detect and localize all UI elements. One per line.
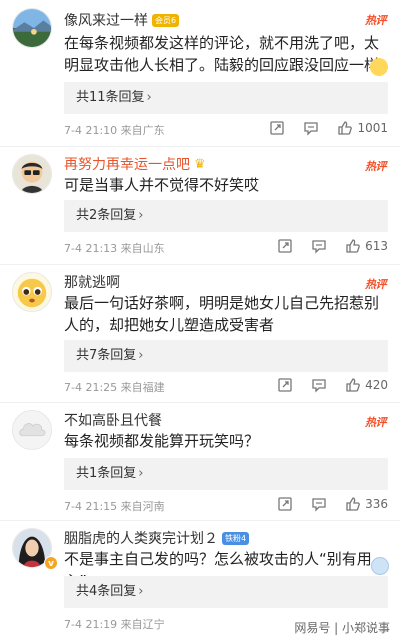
reply-count: 共4条回复 [76,584,137,599]
avatar[interactable] [12,154,52,194]
hot-comment-tag: 热评 [365,278,387,291]
diamond-sticker-icon [371,557,389,575]
reply-button[interactable] [311,377,327,393]
chevron-right-icon: › [138,584,144,599]
chevron-right-icon: › [138,466,144,481]
comment-actions: 336 [259,496,388,512]
hot-comment-tag: 热评 [365,416,387,429]
comment-date: 7-4 21:15 [64,500,118,513]
crown-icon: ♛ [194,156,206,172]
smile-sticker-icon [370,58,388,76]
like-count: 1001 [357,121,388,135]
thumbs-up-icon [338,121,353,135]
comment-actions: 1001 [251,120,388,136]
comment-location: 来自河南 [120,500,165,513]
thumbs-up-icon [346,497,360,511]
share-button[interactable] [269,120,285,136]
reply-button[interactable] [311,496,327,512]
like-button[interactable]: 613 [345,238,388,254]
comment-icon [312,379,326,393]
comment-content: 最后一句话好茶啊，明明是她女儿自己先招惹别人的，却把她女儿塑造成受害者 [64,294,380,334]
share-button[interactable] [277,496,293,512]
hot-comment-tag: 热评 [365,160,387,173]
comment-meta: 7-4 21:15 来自河南 [64,498,165,514]
divider [0,264,400,265]
like-count: 420 [365,378,388,392]
username[interactable]: 不如高卧且代餐 [64,410,162,430]
username[interactable]: 胭脂虎的人类爽完计划２ [64,528,218,548]
view-replies-button[interactable]: 共4条回复 › [64,576,388,608]
comment-content: 每条视频都发能算开玩笑吗？ [64,432,260,450]
thumbs-up-icon [346,239,360,253]
like-count: 613 [365,239,388,253]
comment-location: 来自广东 [120,124,165,137]
avatar[interactable] [12,8,52,48]
comment-icon [304,122,319,136]
comment-date: 7-4 21:13 [64,242,118,255]
comment-icon [312,498,326,512]
view-replies-button[interactable]: 共1条回复 › [64,458,388,490]
comment-location: 来自山东 [120,242,165,255]
view-replies-button[interactable]: 共7条回复 › [64,340,388,372]
share-icon [278,497,292,511]
share-icon [278,378,292,392]
comment-date: 7-4 21:10 [64,124,118,137]
badge-label: 会员6 [155,15,177,25]
comment-location: 来自辽宁 [120,618,165,631]
comment-meta: 7-4 21:13 来自山东 [64,240,165,256]
watermark: 网易号 | 小郑说事 [294,621,390,635]
reply-count: 共11条回复 [76,90,145,105]
divider [0,402,400,403]
comment-content: 在每条视频都发这样的评论，就不用洗了吧，太明显攻击他人长相了。陆毅的回应跟没回应… [64,34,380,74]
avatar[interactable] [12,410,52,450]
share-icon [270,121,285,135]
comment-meta: 7-4 21:25 来自福建 [64,379,165,395]
comment-actions: 420 [259,377,388,393]
badge-label: 铁粉4 [225,533,247,543]
reply-count: 共7条回复 [76,348,137,363]
like-button[interactable]: 336 [345,496,388,512]
reply-count: 共2条回复 [76,208,137,223]
comment-actions: 613 [259,238,388,254]
share-icon [278,239,292,253]
comment-meta: 7-4 21:10 来自广东 [64,122,165,138]
share-button[interactable] [277,377,293,393]
like-count: 336 [365,497,388,511]
share-button[interactable] [277,238,293,254]
reply-button[interactable] [311,238,327,254]
thumbs-up-icon [346,378,360,392]
fan-badge: 铁粉4 [222,531,250,545]
username[interactable]: 那就逃啊 [64,272,120,292]
hot-comment-tag: 热评 [365,14,387,27]
like-button[interactable]: 420 [345,377,388,393]
comment-content: 可是当事人并不觉得不好笑哎 [64,176,260,194]
username[interactable]: 像风来过一样 [64,10,148,30]
divider [0,520,400,521]
verified-icon: v [44,556,58,570]
comment-date: 7-4 21:19 [64,618,118,631]
chevron-right-icon: › [138,348,144,363]
comment-date: 7-4 21:25 [64,381,118,394]
username[interactable]: 再努力再幸运一点吧 [64,154,190,174]
divider [0,146,400,147]
reply-count: 共1条回复 [76,466,137,481]
chevron-right-icon: › [146,90,152,105]
avatar[interactable] [12,272,52,312]
comment-meta: 7-4 21:19 来自辽宁 [64,616,165,632]
comment-icon [312,240,326,254]
like-button[interactable]: 1001 [337,120,388,136]
fan-badge: 会员6 [152,13,180,27]
reply-button[interactable] [303,120,319,136]
view-replies-button[interactable]: 共2条回复 › [64,200,388,232]
view-replies-button[interactable]: 共11条回复 › [64,82,388,114]
comment-location: 来自福建 [120,381,165,394]
chevron-right-icon: › [138,208,144,223]
